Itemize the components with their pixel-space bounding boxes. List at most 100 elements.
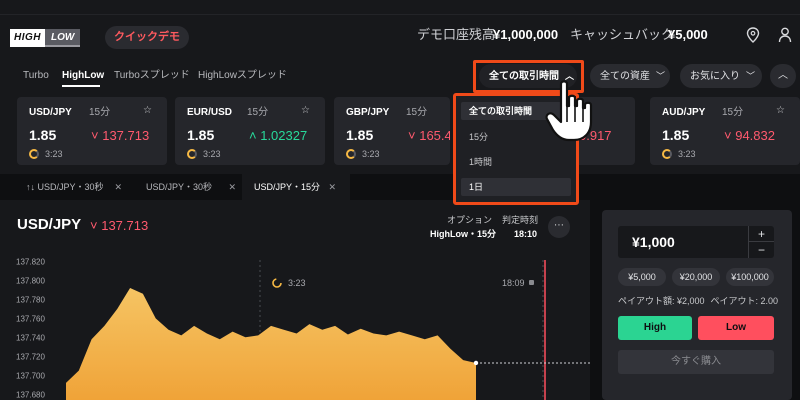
y-tick-label: 137.800 — [16, 276, 45, 285]
highlow-logo[interactable]: HIGH LOW — [10, 29, 82, 47]
card-price: ˅ 94.832 — [724, 128, 775, 144]
lock-icon — [529, 280, 534, 285]
more-options-button[interactable]: ⋯ — [548, 216, 570, 238]
card-timer: 3:23 — [678, 149, 696, 159]
hand-pointer-icon — [545, 80, 593, 142]
top-header: HIGH LOW クイックデモ デモ口座残高 ¥1,000,000 キャッシュバ… — [0, 0, 800, 66]
card-timer: 3:23 — [45, 149, 63, 159]
chart-pair-title: USD/JPY — [17, 216, 82, 233]
star-icon[interactable]: ☆ — [776, 105, 785, 117]
price-area-chart[interactable]: 137.820 137.800 137.780 137.760 137.740 137.7… — [0, 250, 590, 400]
card-payout: 1.85 — [187, 127, 215, 143]
trade-panel: + − ¥5,000 ¥20,000 ¥100,000 ペイアウト額: ¥2,0… — [602, 210, 792, 400]
swap-icon: ↑↓ — [26, 182, 35, 192]
card-price-value: 165.4 — [419, 128, 450, 143]
star-icon[interactable]: ☆ — [301, 105, 310, 117]
card-pair: GBP/JPY — [346, 107, 390, 118]
card-payout: 1.85 — [662, 127, 690, 143]
card-duration: 15分 — [722, 107, 744, 118]
card-duration: 15分 — [247, 107, 269, 118]
tab-turbo-spread[interactable]: Turboスプレッド — [114, 69, 190, 83]
buy-now-button[interactable]: 今すぐ購入 — [618, 350, 774, 374]
chevron-down-icon: ﹀ — [746, 71, 756, 81]
user-icon[interactable] — [778, 27, 792, 43]
quick-demo-button[interactable]: クイックデモ — [105, 26, 189, 49]
payout-amount: ペイアウト額: ¥2,000 — [618, 296, 705, 306]
arrow-down-icon: ˅ — [90, 218, 102, 233]
chart-tab-2[interactable]: USD/JPY・30秒 ✕ — [120, 174, 236, 200]
y-tick-label: 137.720 — [16, 352, 45, 361]
timer-icon — [272, 278, 282, 288]
favorites-filter-button[interactable]: お気に入り ﹀ — [680, 64, 762, 88]
card-pair: USD/JPY — [29, 107, 72, 118]
tab-turbo[interactable]: Turbo — [23, 69, 49, 83]
map-pin-icon[interactable] — [746, 27, 760, 43]
collapse-cards-button[interactable]: ︿ — [770, 64, 796, 88]
arrow-up-icon: ˄ — [249, 128, 261, 143]
timer-icon — [662, 149, 672, 159]
card-price: ˅ 165.4 — [408, 128, 450, 144]
tab-highlow-spread[interactable]: HighLowスプレッド — [198, 69, 287, 83]
card-timer: 3:23 — [203, 149, 221, 159]
chart-tab-3[interactable]: USD/JPY・15分 ✕ — [242, 174, 350, 200]
active-tab-underline — [62, 85, 100, 87]
asset-card-usdjpy[interactable]: USD/JPY 15分 ☆ 1.85 ˅ 137.713 3:23 — [17, 97, 167, 165]
y-tick-label: 137.700 — [16, 371, 45, 380]
favorites-filter-label: お気に入り — [690, 71, 740, 82]
close-icon[interactable]: ✕ — [328, 174, 336, 200]
chart-price-value: 137.713 — [101, 218, 149, 233]
demo-balance-label: デモ口座残高 — [417, 27, 496, 42]
y-tick-label: 137.760 — [16, 314, 45, 323]
deadline-value: 18:10 — [514, 229, 538, 239]
star-icon[interactable]: ☆ — [143, 105, 152, 117]
y-tick-label: 137.740 — [16, 333, 45, 342]
timer-icon — [29, 149, 39, 159]
card-timer: 3:23 — [362, 149, 380, 159]
timer-icon — [346, 149, 356, 159]
arrow-down-icon: ˅ — [724, 128, 736, 143]
deadline-label: 判定時刻 — [502, 215, 539, 225]
chart-timer-label: 3:23 — [288, 278, 306, 288]
chart-tab-bar: ↑↓ USD/JPY・30秒 ✕ USD/JPY・30秒 ✕ USD/JPY・1… — [0, 174, 800, 200]
chart-tab-1[interactable]: ↑↓ USD/JPY・30秒 ✕ — [0, 174, 126, 200]
chart-tab-label: USD/JPY・30秒 — [146, 182, 213, 192]
low-button[interactable]: Low — [698, 316, 774, 340]
asset-card-strip: USD/JPY 15分 ☆ 1.85 ˅ 137.713 3:23 EUR/US… — [0, 88, 800, 174]
asset-card-gbpjpy[interactable]: GBP/JPY 15分 1.85 ˅ 165.4 3:23 — [334, 97, 450, 165]
high-button[interactable]: High — [618, 316, 692, 340]
preset-amount-20000[interactable]: ¥20,000 — [672, 268, 720, 286]
close-icon[interactable]: ✕ — [228, 174, 236, 200]
preset-amount-5000[interactable]: ¥5,000 — [618, 268, 666, 286]
amount-plus-button[interactable]: + — [748, 226, 774, 242]
demo-balance-value: ¥1,000,000 — [493, 27, 559, 42]
chevron-up-icon: ︿ — [778, 70, 788, 81]
card-price-value: 1.02327 — [260, 128, 308, 143]
payout-rate: ペイアウト: 2.00 — [710, 296, 779, 306]
cashback-value: ¥5,000 — [668, 27, 708, 42]
y-tick-label: 137.820 — [16, 257, 45, 266]
asset-filter-button[interactable]: 全ての資産 ﹀ — [590, 64, 670, 88]
card-price: ˅ 137.713 — [91, 128, 149, 144]
dropdown-item-1hour[interactable]: 1時間 — [461, 153, 571, 171]
amount-minus-button[interactable]: − — [748, 242, 774, 258]
arrow-down-icon: ˅ — [91, 128, 103, 143]
card-duration: 15分 — [89, 107, 111, 118]
option-label: オプション — [447, 215, 493, 225]
dropdown-item-1day[interactable]: 1日 — [461, 178, 571, 196]
preset-amount-100000[interactable]: ¥100,000 — [726, 268, 774, 286]
asset-card-audjpy[interactable]: AUD/JPY 15分 ☆ 1.85 ˅ 94.832 3:23 — [650, 97, 800, 165]
option-value: HighLow・15分 — [430, 229, 497, 239]
asset-filter-label: 全ての資産 — [600, 71, 650, 82]
timer-icon — [187, 149, 197, 159]
price-area-series — [66, 288, 476, 400]
asset-card-eurusd[interactable]: EUR/USD 15分 ☆ 1.85 ˄ 1.02327 3:23 — [175, 97, 325, 165]
arrow-down-icon: ˅ — [408, 128, 420, 143]
close-time-label: 18:09 — [502, 278, 525, 288]
card-payout: 1.85 — [29, 127, 57, 143]
amount-input[interactable] — [632, 234, 742, 250]
logo-low-text: LOW — [45, 29, 81, 47]
tab-highlow[interactable]: HighLow — [62, 69, 104, 83]
chart-panel: USD/JPY ˅ 137.713 オプション HighLow・15分 判定時刻… — [0, 200, 590, 400]
y-tick-label: 137.780 — [16, 295, 45, 304]
card-duration: 15分 — [406, 107, 428, 118]
